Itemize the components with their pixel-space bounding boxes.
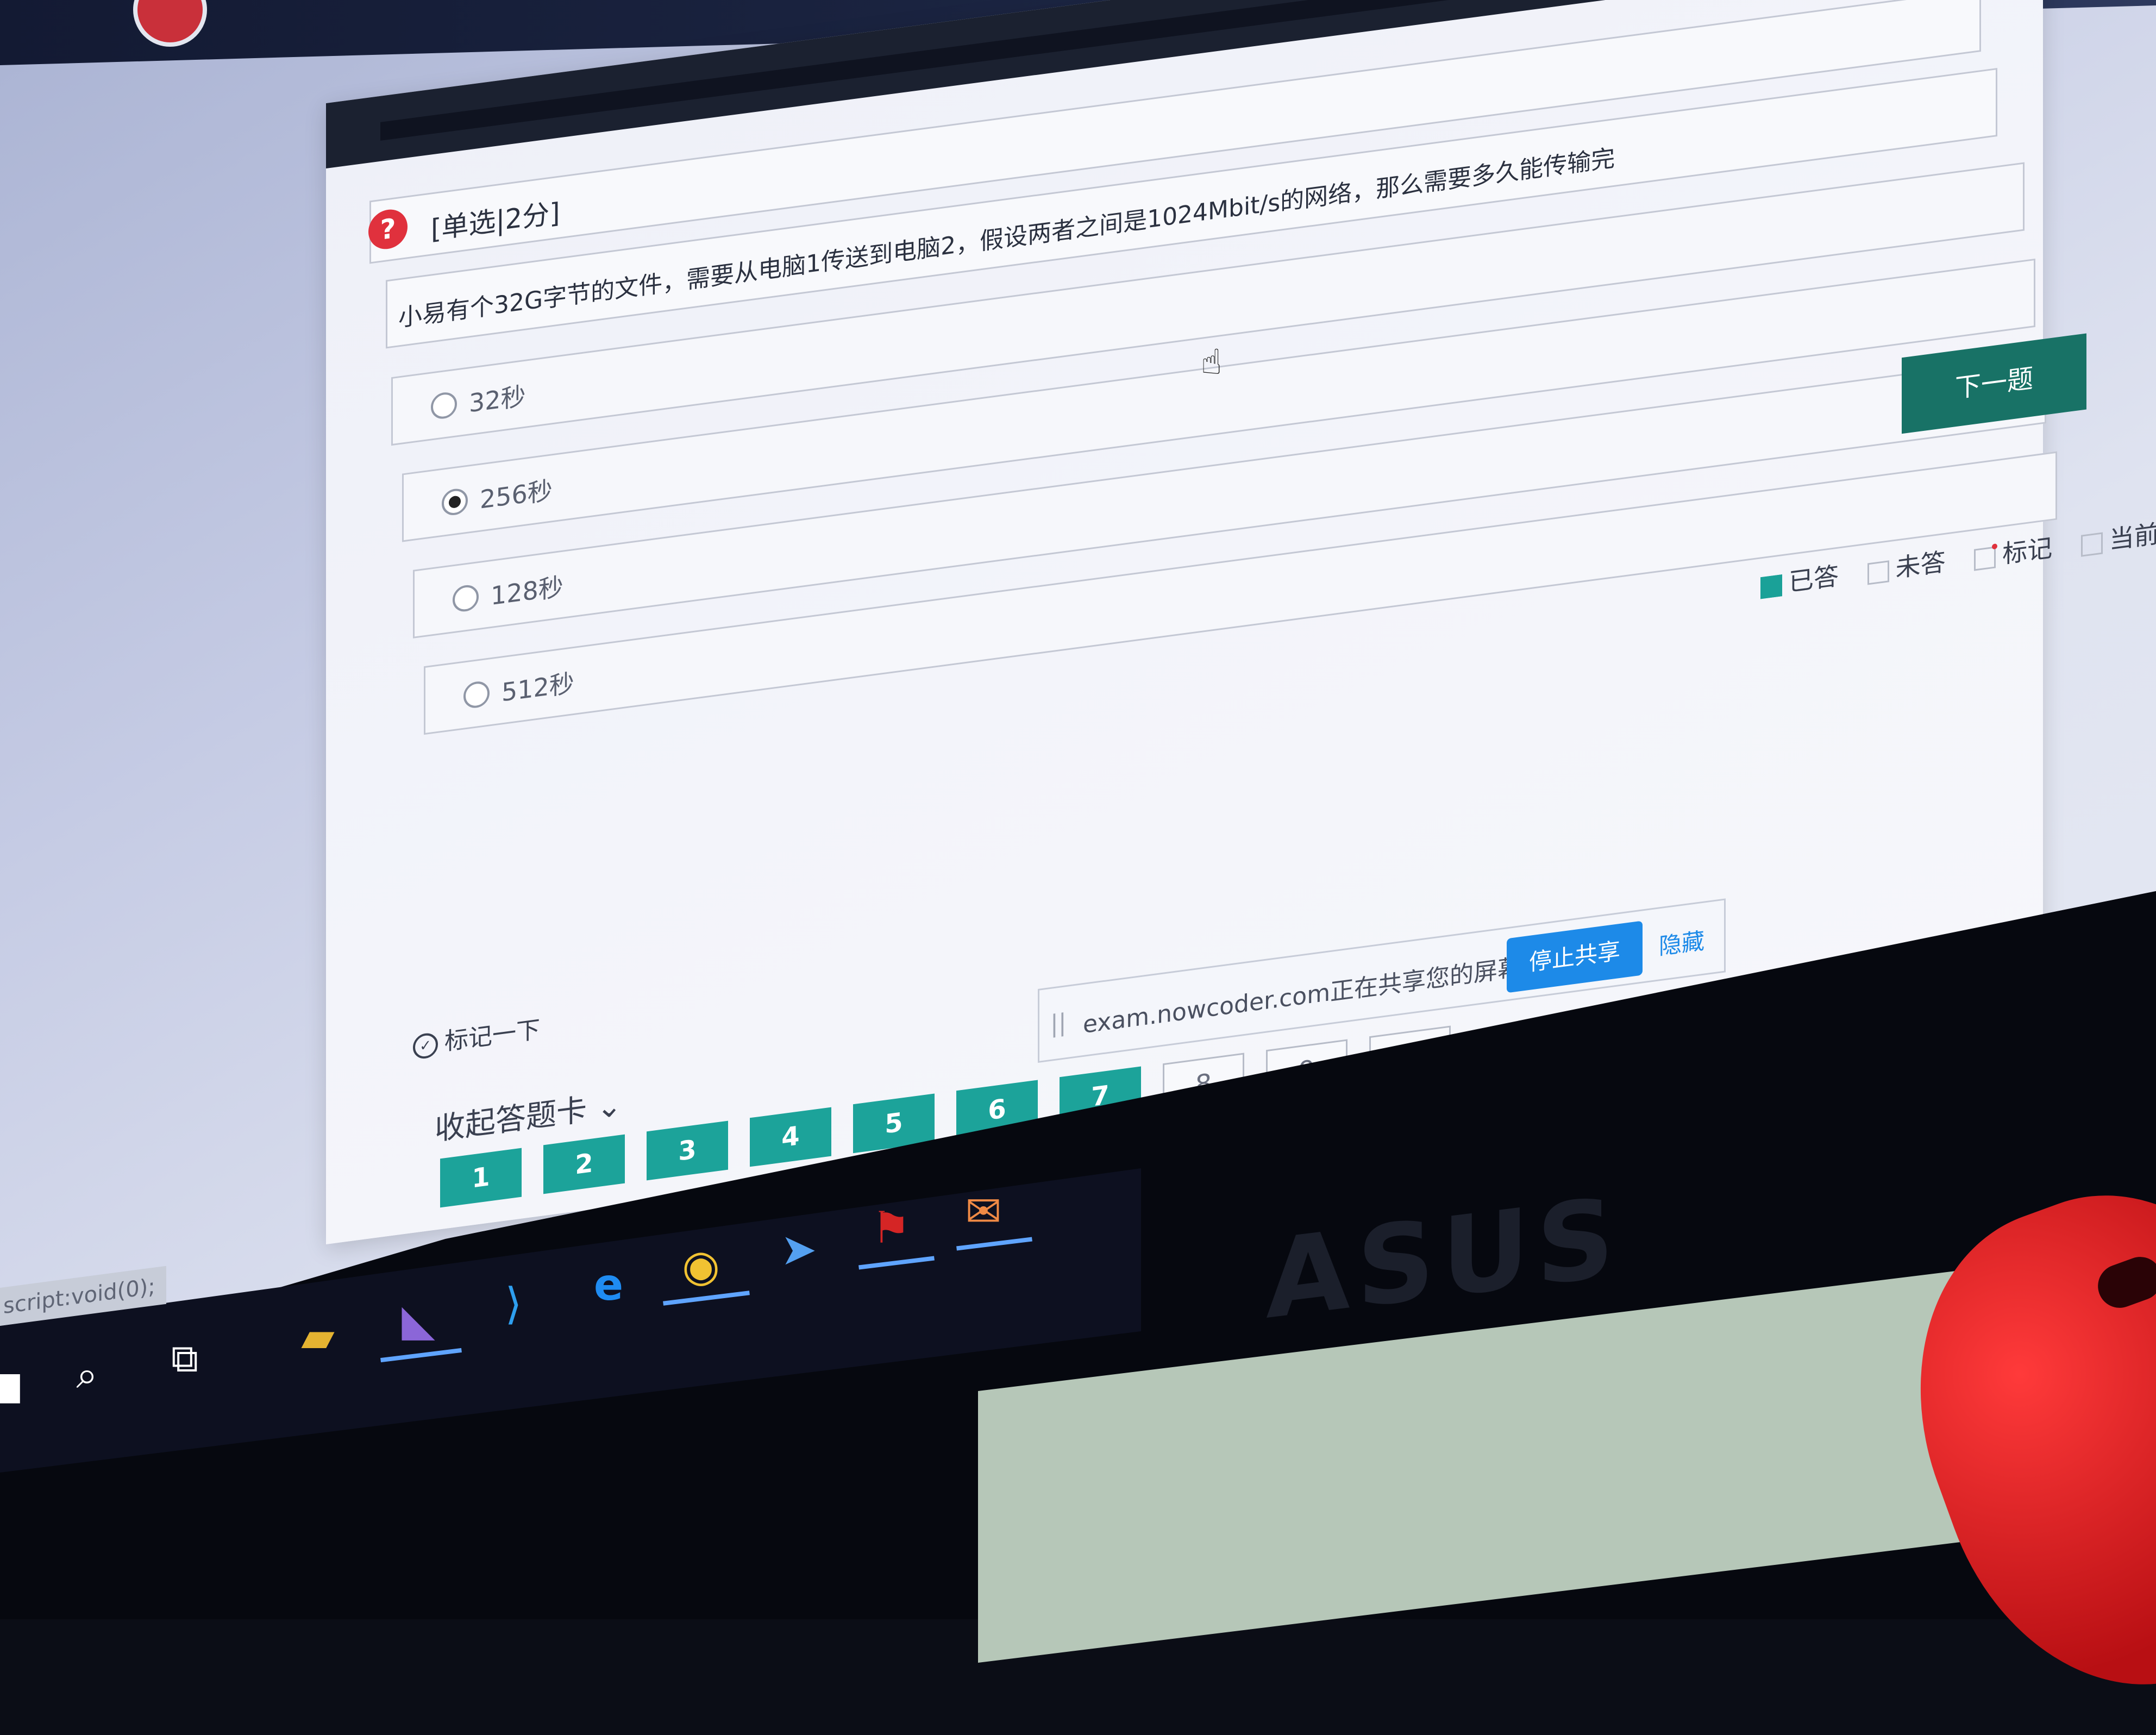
drag-handle-icon[interactable]: || bbox=[1050, 1009, 1067, 1038]
mark-check-icon: ✓ bbox=[413, 1031, 438, 1060]
avatar[interactable] bbox=[133, 0, 207, 47]
acrobat-icon[interactable]: ⚑ bbox=[864, 1201, 918, 1255]
vscode-icon[interactable]: ⟩ bbox=[486, 1277, 541, 1331]
visual-studio-icon[interactable]: ◣ bbox=[391, 1293, 446, 1348]
radio-button-checked[interactable] bbox=[442, 487, 468, 517]
answer-card-item-2[interactable]: 2 bbox=[543, 1134, 625, 1194]
chevron-down-icon: ⌄ bbox=[587, 1087, 622, 1128]
legend-answered-label: 已答 bbox=[1789, 561, 1839, 597]
unanswered-swatch bbox=[1867, 560, 1889, 585]
answer-card-item-3[interactable]: 3 bbox=[647, 1120, 728, 1181]
radio-button[interactable] bbox=[453, 584, 479, 613]
chrome-icon[interactable]: ◉ bbox=[674, 1239, 728, 1293]
answer-card-item-1[interactable]: 1 bbox=[440, 1148, 522, 1208]
file-explorer-icon[interactable]: ▰ bbox=[291, 1310, 345, 1364]
answered-swatch bbox=[1760, 574, 1782, 599]
legend-answered: 已答 bbox=[1760, 556, 1839, 602]
search-icon[interactable]: ⌕ bbox=[60, 1348, 114, 1402]
option-label: 32秒 bbox=[469, 381, 526, 418]
option-label: 256秒 bbox=[480, 475, 553, 515]
legend-unanswered-label: 未答 bbox=[1895, 547, 1946, 583]
hide-link[interactable]: 隐藏 bbox=[1659, 922, 1704, 961]
legend-marked: 标记 bbox=[1974, 528, 2052, 574]
radio-button[interactable] bbox=[463, 680, 490, 710]
legend-current-label: 当前 bbox=[2109, 518, 2156, 555]
hand-cursor-icon: ☝ bbox=[1201, 342, 1222, 383]
radio-button[interactable] bbox=[431, 391, 457, 421]
edge-icon[interactable]: e bbox=[581, 1258, 636, 1312]
start-icon[interactable]: ■ bbox=[0, 1358, 33, 1413]
current-swatch bbox=[2080, 532, 2103, 557]
mark-question-toggle[interactable]: ✓ 标记一下 bbox=[413, 1010, 540, 1061]
collapse-label: 收起答题卡 bbox=[435, 1092, 587, 1148]
option-label: 512秒 bbox=[502, 668, 574, 707]
marked-swatch bbox=[1974, 546, 1996, 571]
mark-toggle-label: 标记一下 bbox=[444, 1016, 540, 1056]
feishu-icon[interactable]: ➤ bbox=[772, 1223, 826, 1277]
question-type-label: [单选|2分] bbox=[431, 197, 560, 246]
option-label: 128秒 bbox=[491, 572, 563, 611]
stop-sharing-button[interactable]: 停止共享 bbox=[1507, 920, 1643, 993]
answer-card-item-4[interactable]: 4 bbox=[750, 1107, 831, 1167]
mail-icon[interactable]: ✉ bbox=[956, 1185, 1011, 1239]
legend-unanswered: 未答 bbox=[1867, 542, 1946, 588]
task-view-icon[interactable]: ⧉ bbox=[158, 1331, 212, 1386]
legend-marked-label: 标记 bbox=[2002, 533, 2053, 569]
question-mark-icon: ? bbox=[368, 207, 408, 252]
